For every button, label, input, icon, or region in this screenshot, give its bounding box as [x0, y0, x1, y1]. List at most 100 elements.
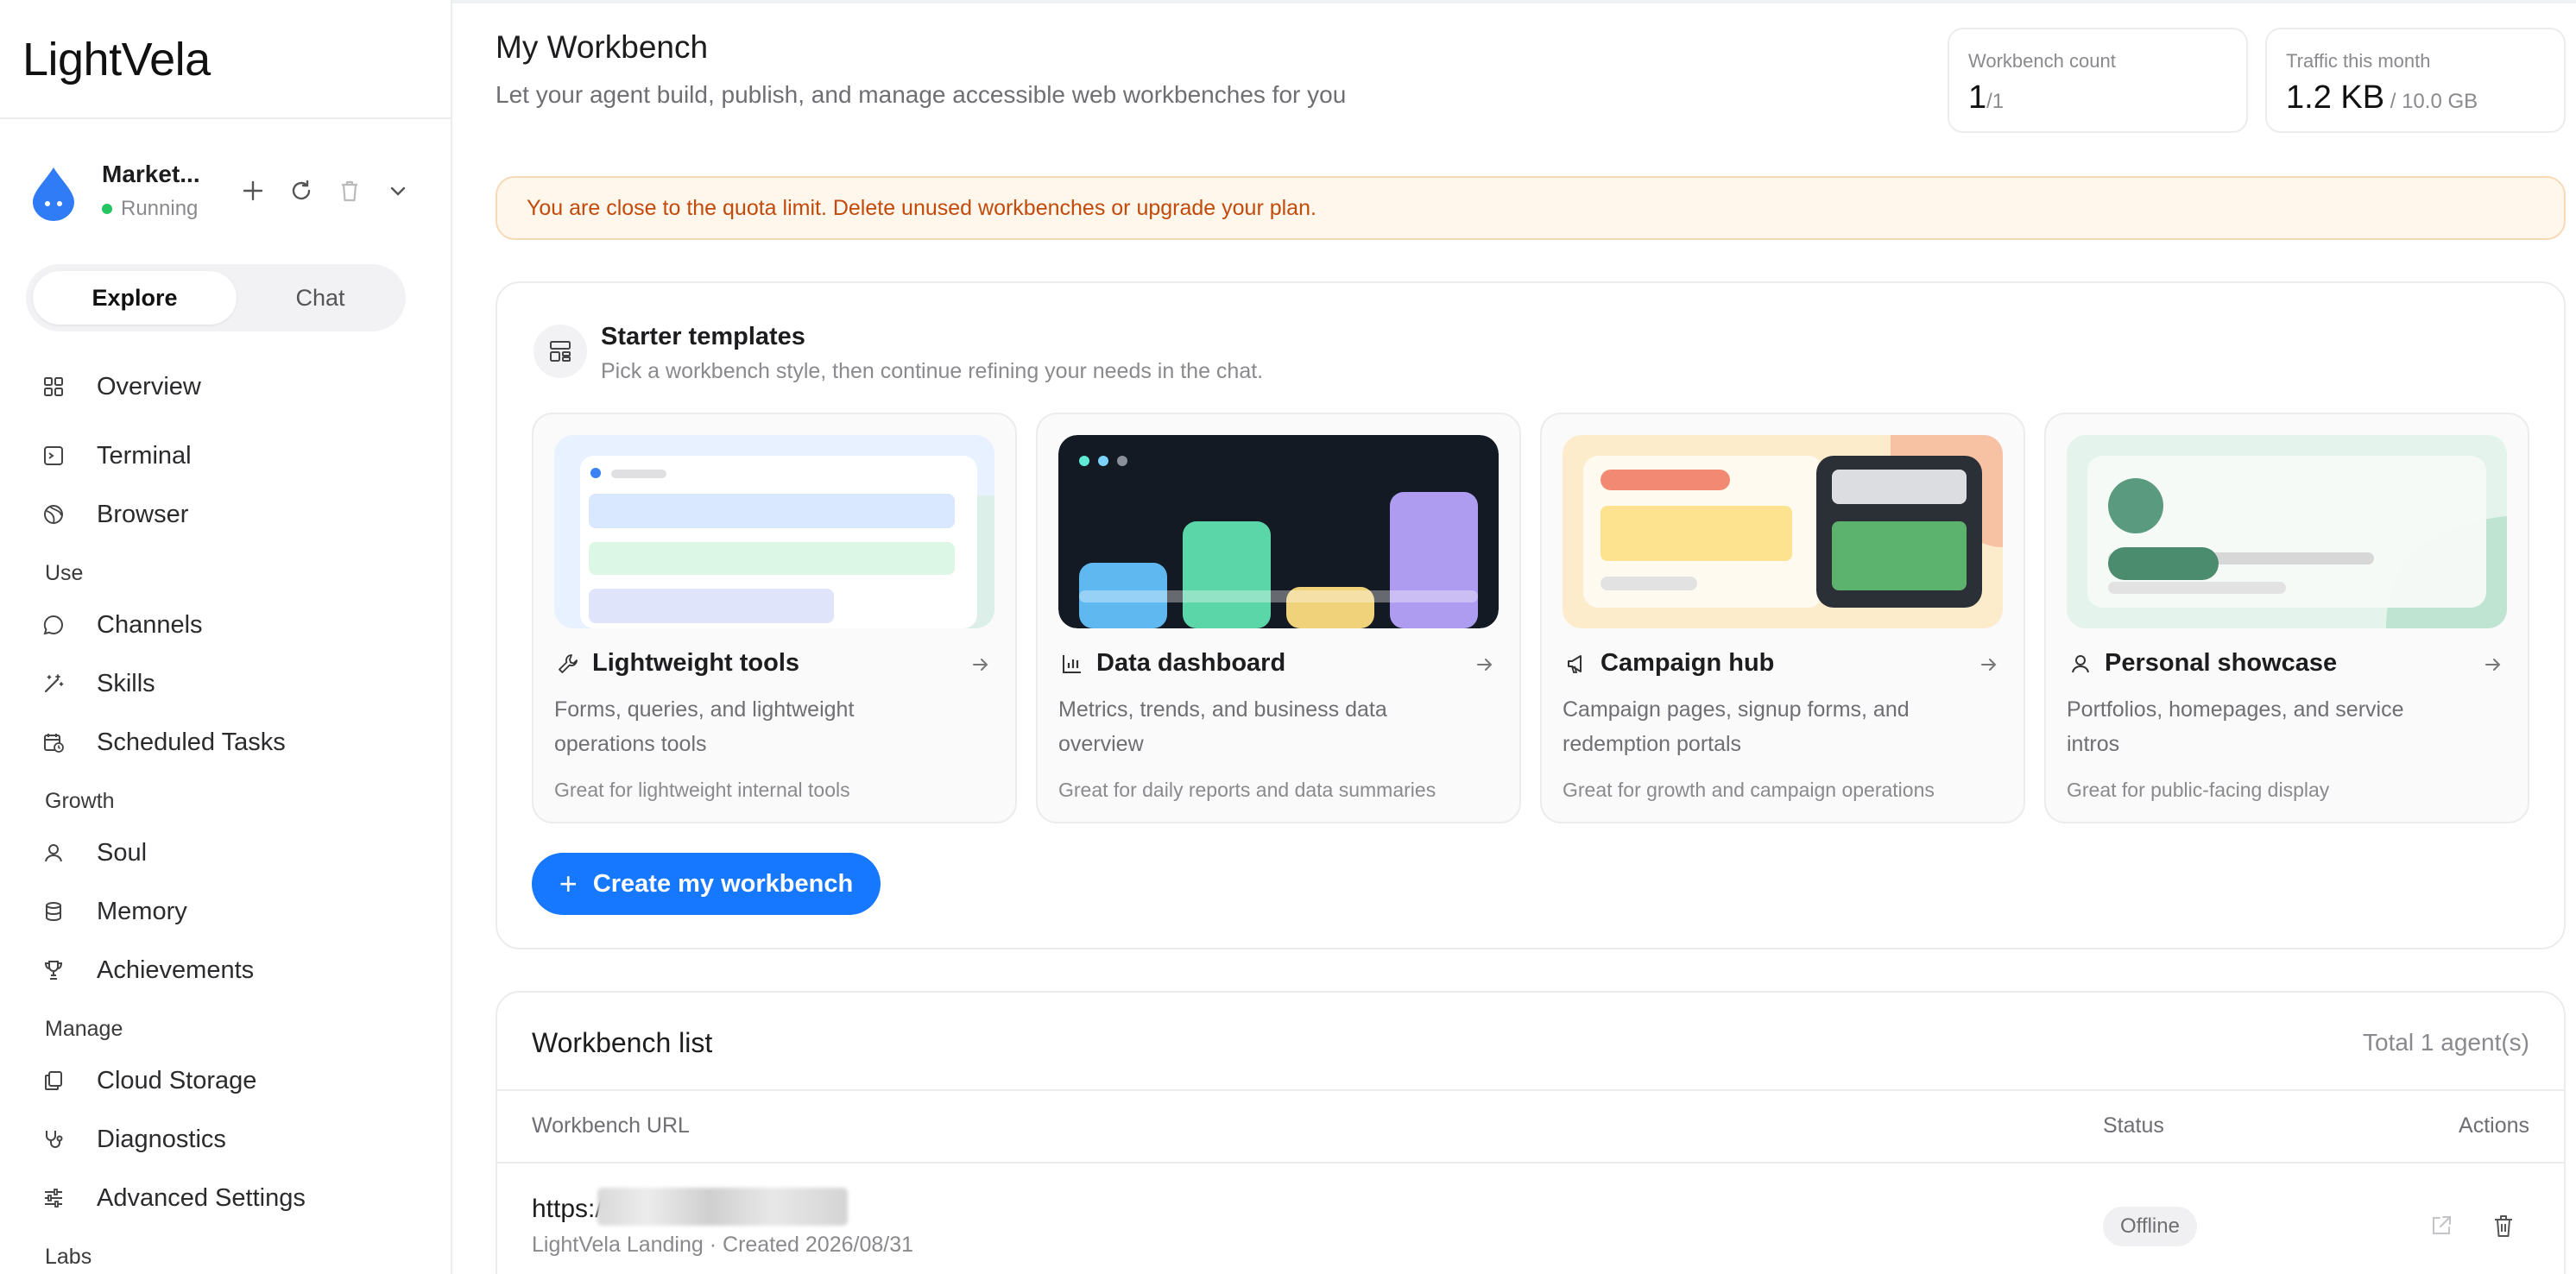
tab-chat[interactable]: Chat [242, 271, 399, 325]
sidebar-item-skills[interactable]: Skills [38, 658, 418, 710]
stat-value: 1/1 [1968, 79, 2004, 117]
starter-subtitle: Pick a workbench style, then continue re… [601, 359, 1264, 383]
external-link-icon[interactable] [2424, 1208, 2459, 1243]
globe-icon [38, 499, 69, 530]
column-header-url: Workbench URL [532, 1113, 690, 1138]
sidebar-item-scheduled-tasks[interactable]: Scheduled Tasks [38, 716, 418, 768]
sidebar-item-terminal[interactable]: Terminal [38, 430, 418, 482]
terminal-icon [38, 440, 69, 471]
card-note: Great for lightweight internal tools [554, 779, 850, 801]
starter-title: Starter templates [601, 323, 805, 350]
template-card-personal-showcase[interactable]: Personal showcase Portfolios, homepages,… [2044, 413, 2529, 823]
tab-explore[interactable]: Explore [33, 271, 237, 325]
sidebar-item-channels[interactable]: Channels [38, 599, 418, 651]
arrow-right-icon [967, 651, 994, 678]
redacted-blur [597, 1188, 848, 1226]
sidebar-item-cloud-storage[interactable]: Cloud Storage [38, 1055, 418, 1107]
wrench-icon [554, 650, 582, 678]
card-title-text: Personal showcase [2105, 649, 2338, 677]
sidebar-item-label: Cloud Storage [97, 1066, 257, 1094]
sidebar-item-label: Soul [97, 838, 148, 867]
sidebar-item-label: Overview [97, 372, 201, 400]
sidebar: LightVela Market... Running Explore Chat… [0, 0, 452, 1274]
sidebar-item-diagnostics[interactable]: Diagnostics [38, 1113, 418, 1165]
card-title-text: Campaign hub [1601, 649, 1775, 677]
create-workbench-button[interactable]: + Create my workbench [532, 853, 881, 915]
quota-alert: You are close to the quota limit. Delete… [496, 176, 2566, 240]
sidebar-item-label: Skills [97, 669, 155, 697]
sidebar-item-label: Diagnostics [97, 1125, 226, 1153]
template-preview-image [2067, 435, 2507, 628]
sidebar-item-label: Memory [97, 897, 187, 925]
list-total: Total 1 agent(s) [2363, 1029, 2529, 1056]
sidebar-item-label: Achievements [97, 956, 255, 984]
stat-limit: /1 [1986, 90, 2005, 113]
stat-number: 1 [1968, 79, 1987, 116]
sidebar-item-label: Browser [97, 500, 189, 528]
template-card-lightweight-tools[interactable]: Lightweight tools Forms, queries, and li… [532, 413, 1017, 823]
card-description: Portfolios, homepages, and service intro… [2067, 697, 2404, 756]
card-title-text: Lightweight tools [592, 649, 800, 677]
card-title: Personal showcase [2067, 649, 2337, 678]
grid-icon [38, 371, 69, 402]
status-dot [102, 204, 112, 214]
card-description: Campaign pages, signup forms, and redemp… [1563, 697, 1910, 756]
chevron-down-icon[interactable] [382, 174, 414, 207]
card-note: Great for daily reports and data summari… [1058, 779, 1436, 801]
sidebar-item-browser[interactable]: Browser [38, 489, 418, 540]
agent-toolbar [237, 174, 414, 207]
agent-name: Market... [102, 161, 200, 187]
arrow-right-icon [2479, 651, 2507, 678]
top-accent-line [452, 0, 2576, 3]
stat-number: 1.2 KB [2286, 79, 2385, 116]
stat-limit: / 10.0 GB [2384, 90, 2478, 113]
sidebar-item-achievements[interactable]: Achievements [38, 944, 418, 996]
magic-wand-icon [38, 668, 69, 699]
section-use: Use [45, 561, 84, 585]
list-title: Workbench list [532, 1027, 713, 1058]
sidebar-item-label: Advanced Settings [97, 1183, 306, 1212]
sidebar-item-memory[interactable]: Memory [38, 886, 418, 937]
section-labs: Labs [45, 1245, 92, 1269]
trash-icon[interactable] [333, 174, 366, 207]
template-preview-image [554, 435, 994, 628]
app-logo: LightVela [22, 34, 211, 85]
arrow-right-icon [1471, 651, 1499, 678]
divider [497, 1089, 2564, 1091]
chat-bubble-icon [38, 609, 69, 640]
page-title: My Workbench [496, 29, 709, 65]
sidebar-item-advanced-settings[interactable]: Advanced Settings [38, 1172, 418, 1224]
sidebar-item-label: Terminal [97, 441, 192, 470]
copy-files-icon [38, 1065, 69, 1096]
template-preview-image [1058, 435, 1499, 628]
card-note: Great for growth and campaign operations [1563, 779, 1935, 801]
agent-status-text: Running [121, 197, 199, 220]
sidebar-item-label: Scheduled Tasks [97, 728, 286, 756]
column-header-actions: Actions [2459, 1113, 2529, 1138]
create-workbench-label: Create my workbench [592, 869, 854, 898]
plus-icon[interactable] [237, 174, 269, 207]
stat-value: 1.2 KB / 10.0 GB [2286, 79, 2478, 117]
section-manage: Manage [45, 1017, 123, 1041]
agent-switcher[interactable]: Market... Running [29, 157, 435, 230]
card-title: Data dashboard [1058, 649, 1285, 678]
template-card-campaign-hub[interactable]: Campaign hub Campaign pages, signup form… [1540, 413, 2025, 823]
template-card-data-dashboard[interactable]: Data dashboard Metrics, trends, and busi… [1036, 413, 1521, 823]
sidebar-item-label: Channels [97, 610, 203, 639]
divider [497, 1162, 2564, 1164]
card-title: Campaign hub [1563, 649, 1774, 678]
stethoscope-icon [38, 1124, 69, 1155]
card-title: Lightweight tools [554, 649, 799, 678]
workbench-meta: LightVela Landing · Created 2026/08/31 [532, 1233, 914, 1257]
starter-templates-panel: Starter templates Pick a workbench style… [496, 281, 2566, 949]
delete-icon[interactable] [2486, 1208, 2521, 1243]
bar-chart-icon [1058, 650, 1086, 678]
column-header-status: Status [2103, 1113, 2164, 1138]
sidebar-item-soul[interactable]: Soul [38, 827, 418, 879]
trophy-icon [38, 955, 69, 986]
refresh-icon[interactable] [285, 174, 318, 207]
section-growth: Growth [45, 789, 115, 813]
workbench-list-panel: Workbench list Total 1 agent(s) Workbenc… [496, 991, 2566, 1274]
sidebar-item-overview[interactable]: Overview [38, 361, 418, 413]
card-title-text: Data dashboard [1096, 649, 1286, 677]
